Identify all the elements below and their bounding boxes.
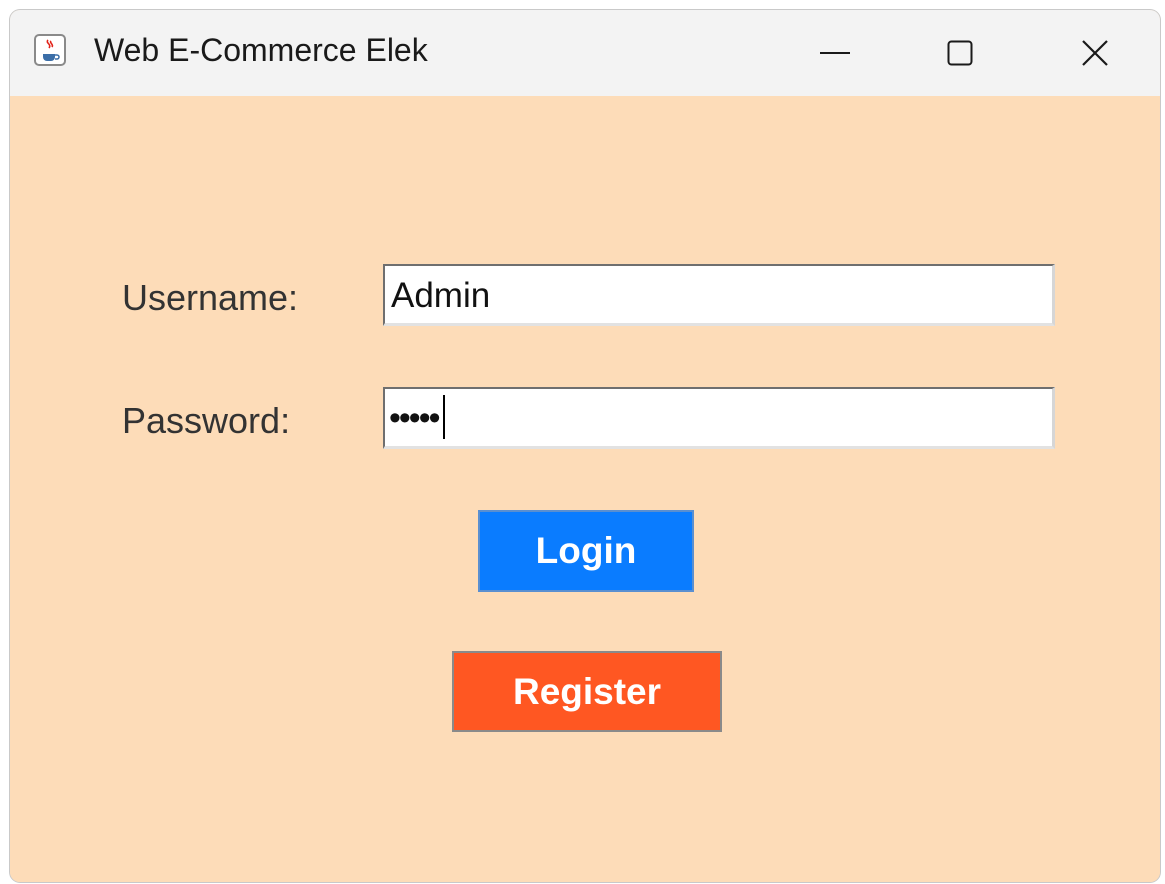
window-title: Web E-Commerce Elek [94,32,428,68]
username-label: Username: [122,277,299,318]
text-caret [442,395,445,440]
login-button[interactable]: Login [478,510,694,592]
app-window: Web E-Commerce Elek Username: Admin Pass… [10,10,1160,882]
title-bar[interactable]: Web E-Commerce Elek [10,10,1160,96]
password-input[interactable]: ••••• [383,387,1055,449]
password-label: Password: [122,400,291,441]
maximize-button[interactable] [895,10,1025,96]
minimize-icon [820,52,850,54]
close-button[interactable] [1030,10,1160,96]
close-icon [1082,40,1108,66]
username-input[interactable]: Admin [383,264,1055,326]
password-mask: ••••• [389,399,441,437]
username-value: Admin [391,276,491,315]
java-coffee-icon [34,34,66,66]
login-panel: Username: Admin Password: ••••• Login Re… [10,96,1160,882]
maximize-icon [947,40,973,66]
register-button[interactable]: Register [452,651,722,732]
minimize-button[interactable] [770,10,900,96]
password-value: ••••• [389,395,445,440]
